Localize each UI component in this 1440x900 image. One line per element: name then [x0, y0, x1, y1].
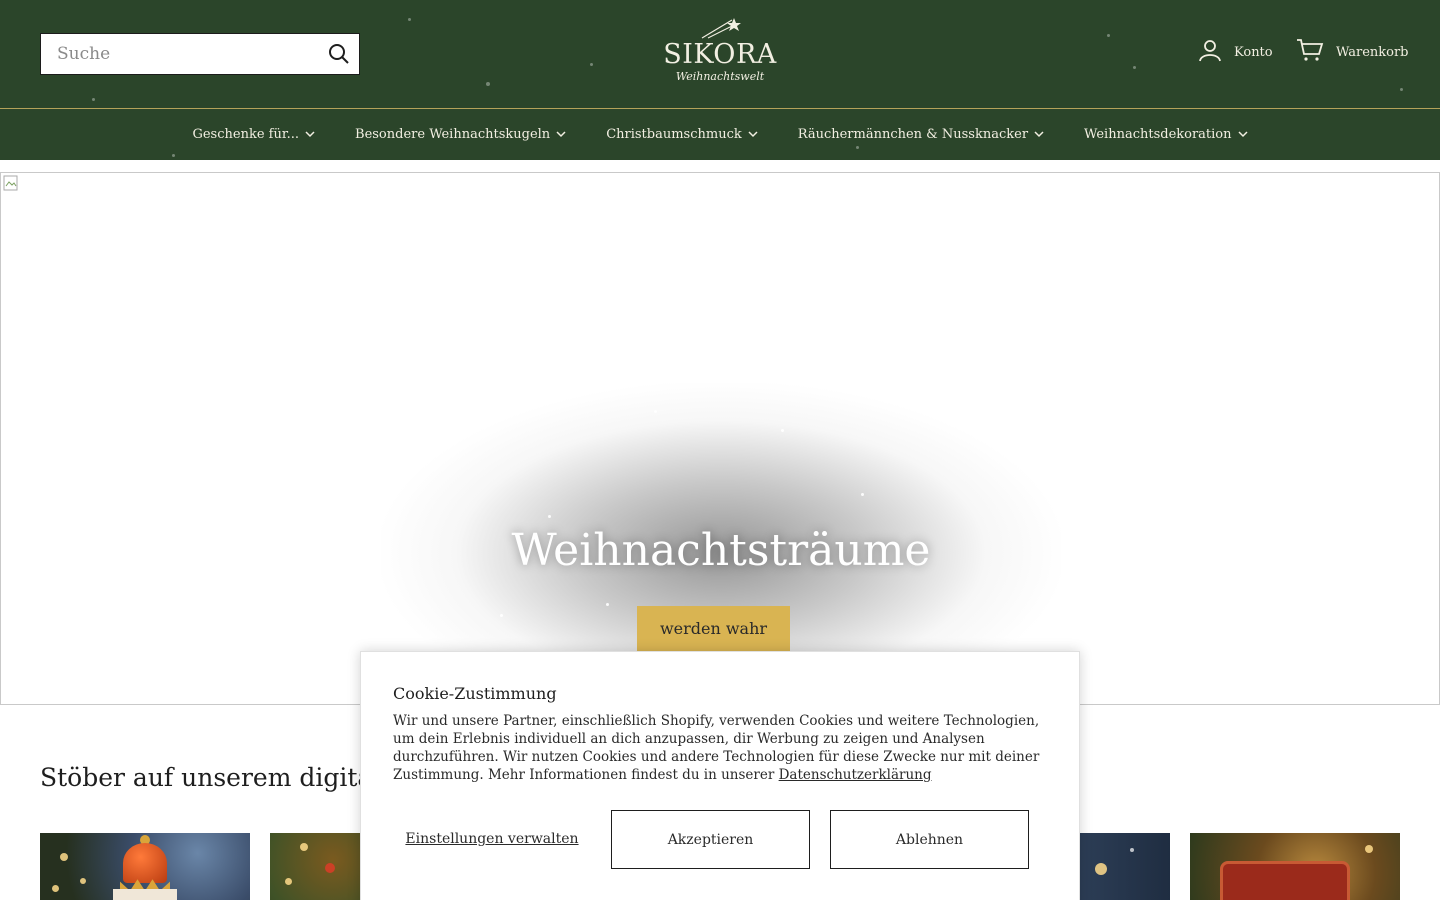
nav-item-smokers-nutcrackers[interactable]: Räuchermännchen & Nussknacker — [798, 127, 1044, 142]
bokeh-light — [80, 878, 86, 884]
accept-button[interactable]: Akzeptieren — [611, 810, 810, 869]
bokeh-light — [285, 878, 292, 885]
logo-subtitle: Weihnachtswelt — [675, 70, 765, 83]
search-box[interactable] — [40, 33, 360, 75]
logo-brand: SIKORA — [663, 39, 777, 70]
chevron-down-icon — [1034, 131, 1044, 138]
cart-link[interactable]: Warenkorb — [1296, 38, 1409, 66]
snow-dot — [1400, 88, 1403, 91]
music-box — [1220, 861, 1350, 900]
account-link[interactable]: Konto — [1198, 38, 1273, 66]
chevron-down-icon — [748, 131, 758, 138]
user-icon — [1198, 38, 1222, 66]
bokeh-light — [325, 863, 335, 873]
cookie-body: Wir und unsere Partner, einschließlich S… — [393, 713, 1040, 783]
snow-dot — [1133, 66, 1136, 69]
nav-item-ornaments[interactable]: Besondere Weihnachtskugeln — [355, 127, 566, 142]
search-input[interactable] — [41, 34, 319, 74]
snow-dot — [590, 63, 593, 66]
hero-title: Weihnachtsträume — [511, 525, 931, 576]
chevron-down-icon — [556, 131, 566, 138]
shooting-star-icon — [701, 18, 741, 39]
search-icon[interactable] — [319, 34, 359, 74]
snow-dot — [1107, 34, 1110, 37]
site-logo[interactable]: SIKORA Weihnachtswelt — [660, 14, 780, 94]
decline-button[interactable]: Ablehnen — [830, 810, 1029, 869]
nutcracker-hat — [123, 843, 167, 883]
bokeh-light — [52, 885, 59, 892]
nav-item-label: Christbaumschmuck — [606, 127, 742, 142]
bokeh-light — [300, 843, 308, 851]
sparkle — [861, 493, 864, 496]
snow-dot — [408, 18, 411, 21]
cookie-consent-dialog: Cookie-Zustimmung Wir und unsere Partner… — [360, 651, 1080, 900]
manage-settings-button[interactable]: Einstellungen verwalten — [393, 810, 591, 869]
cart-icon — [1296, 38, 1324, 66]
chevron-down-icon — [305, 131, 315, 138]
bokeh-light — [60, 853, 68, 861]
chevron-down-icon — [1237, 131, 1248, 138]
sparkle — [548, 515, 551, 518]
nav-item-label: Räuchermännchen & Nussknacker — [797, 127, 1029, 142]
nav-item-christmas-decor[interactable]: Weihnachtsdekoration — [1084, 127, 1248, 142]
account-label: Konto — [1234, 44, 1273, 60]
nav-item-label: Geschenke für... — [192, 127, 300, 142]
sparkle — [654, 410, 657, 413]
nav-item-label: Besondere Weihnachtskugeln — [355, 127, 551, 142]
snow-dot — [486, 82, 490, 86]
main-nav: Geschenke für... Besondere Weihnachtskug… — [0, 109, 1440, 160]
hero-banner: Weihnachtsträume werden wahr — [0, 172, 1440, 705]
site-header: SIKORA Weihnachtswelt Konto Warenkorb Ge… — [0, 0, 1440, 160]
cookie-text: Wir und unsere Partner, einschließlich S… — [393, 712, 1053, 784]
category-thumbnail-nutcracker[interactable] — [40, 833, 250, 900]
nav-item-gifts[interactable]: Geschenke für... — [192, 127, 315, 142]
privacy-policy-link[interactable]: Datenschutzerklärung — [779, 767, 932, 783]
hero-cta-button[interactable]: werden wahr — [637, 606, 790, 651]
sparkle — [606, 603, 609, 606]
nutcracker-face — [113, 889, 177, 900]
sparkle — [781, 429, 784, 432]
broken-image-icon — [3, 175, 18, 191]
sparkle — [500, 614, 503, 617]
bokeh-light — [1365, 845, 1373, 853]
cart-label: Warenkorb — [1336, 44, 1409, 60]
nav-item-tree-decor[interactable]: Christbaumschmuck — [606, 127, 758, 142]
snow-dot — [92, 98, 95, 101]
cookie-title: Cookie-Zustimmung — [393, 684, 557, 703]
bokeh-light — [1130, 848, 1134, 852]
category-thumbnail-music-box[interactable] — [1190, 833, 1400, 900]
bokeh-light — [1095, 863, 1107, 875]
nav-item-label: Weihnachtsdekoration — [1084, 127, 1232, 142]
